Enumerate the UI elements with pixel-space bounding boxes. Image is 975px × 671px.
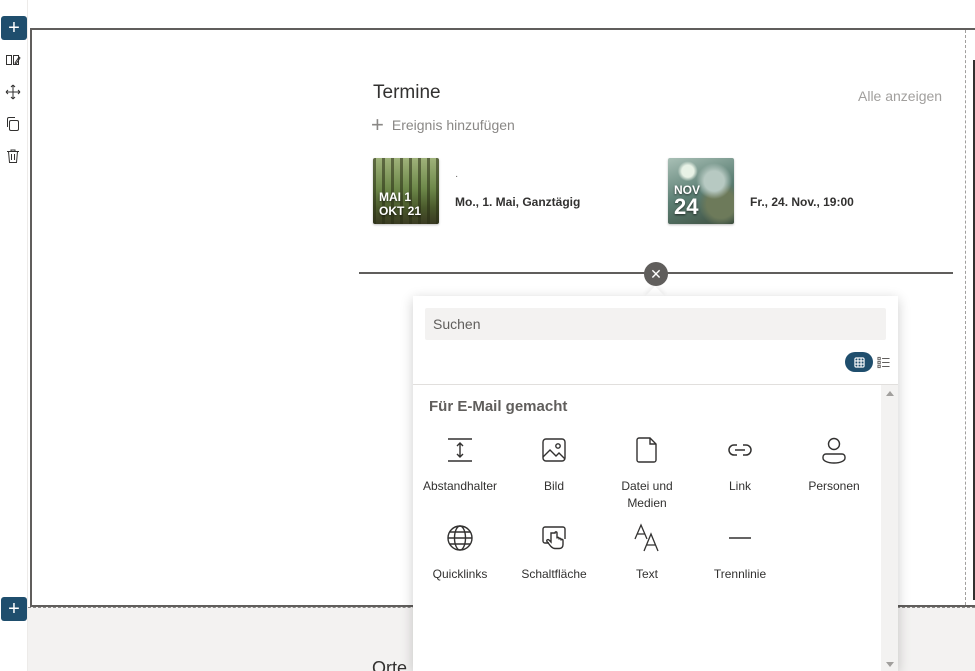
event-card[interactable]: NOV 24 Fr., 24. Nov., 19:00 — [668, 158, 854, 224]
tool-people[interactable]: Personen — [787, 434, 881, 495]
list-icon — [876, 356, 890, 368]
scroll-down-icon[interactable] — [886, 662, 894, 667]
column-boundary — [965, 30, 966, 605]
view-toggle — [845, 352, 891, 372]
search-input[interactable] — [425, 308, 886, 340]
date-badge-day: 24 — [674, 194, 699, 219]
tool-label: Schaltfläche — [521, 567, 587, 581]
tool-spacer[interactable]: Abstandhalter — [413, 434, 507, 495]
tool-label: Bild — [543, 479, 564, 493]
event-title — [750, 173, 854, 181]
date-badge-line2: OKT 21 — [379, 204, 422, 218]
globe-icon — [444, 522, 476, 554]
tool-divider[interactable]: Trennlinie — [693, 522, 787, 583]
event-thumbnail: NOV 24 — [668, 158, 734, 224]
move-icon[interactable] — [3, 82, 23, 102]
button-icon — [538, 522, 570, 554]
event-date: Fr., 24. Nov., 19:00 — [750, 195, 854, 209]
toolbox-separator — [413, 384, 898, 385]
divider-icon — [724, 522, 756, 554]
link-icon — [724, 434, 756, 466]
add-section-bottom-button[interactable]: + — [1, 597, 27, 621]
file-icon — [631, 434, 663, 466]
tool-label: Link — [728, 479, 751, 493]
event-date-badge: NOV 24 — [674, 184, 700, 218]
text-icon — [631, 522, 663, 554]
tool-image[interactable]: Bild — [507, 434, 601, 495]
tool-label: Quicklinks — [432, 567, 488, 581]
grid-view-button[interactable] — [845, 352, 873, 372]
event-date: Mo., 1. Mai, Ganztägig — [455, 195, 581, 209]
edit-properties-icon[interactable] — [3, 50, 23, 70]
list-view-button[interactable] — [875, 352, 891, 372]
toolbox-scrollbar[interactable] — [881, 385, 898, 671]
tool-label: Trennlinie — [713, 567, 767, 581]
events-title: Termine — [373, 82, 441, 103]
tool-file[interactable]: Datei und Medien — [600, 434, 694, 512]
group-title: Für E-Mail gemacht — [429, 398, 568, 415]
next-webpart-title: Orte — [372, 658, 408, 671]
tool-label: Datei und Medien — [621, 479, 673, 510]
scroll-up-icon[interactable] — [886, 391, 894, 396]
event-date-badge: MAI 1 OKT 21 — [379, 190, 421, 218]
tool-label: Personen — [808, 479, 860, 493]
delete-icon[interactable] — [3, 146, 23, 166]
duplicate-icon[interactable] — [3, 114, 23, 134]
image-icon — [538, 434, 570, 466]
add-event-label: Ereignis hinzufügen — [391, 117, 515, 133]
section-toolbar: + + — [0, 0, 28, 671]
event-title: · — [455, 171, 459, 182]
date-badge-line1: MAI 1 — [379, 190, 412, 204]
tool-button[interactable]: Schaltfläche — [507, 522, 601, 583]
tool-label: Text — [635, 567, 658, 581]
tool-quicklinks[interactable]: Quicklinks — [413, 522, 507, 583]
spacer-icon — [444, 434, 476, 466]
tool-label: Abstandhalter — [422, 479, 498, 493]
webpart-toolbox: Für E-Mail gemacht Abstandhalter Bild Da… — [413, 296, 898, 671]
see-all-link[interactable]: Alle anzeigen — [858, 88, 942, 104]
event-card[interactable]: MAI 1 OKT 21 · Mo., 1. Mai, Ganztägig — [373, 158, 580, 224]
person-icon — [818, 434, 850, 466]
grid-icon — [853, 356, 865, 368]
close-toolbox-button[interactable]: ✕ — [644, 262, 668, 286]
add-section-button[interactable]: + — [1, 16, 27, 40]
event-thumbnail: MAI 1 OKT 21 — [373, 158, 439, 224]
add-event-button[interactable]: + Ereignis hinzufügen — [371, 112, 515, 137]
tool-text[interactable]: Text — [600, 522, 694, 583]
plus-icon: + — [371, 112, 384, 137]
tool-link[interactable]: Link — [693, 434, 787, 495]
